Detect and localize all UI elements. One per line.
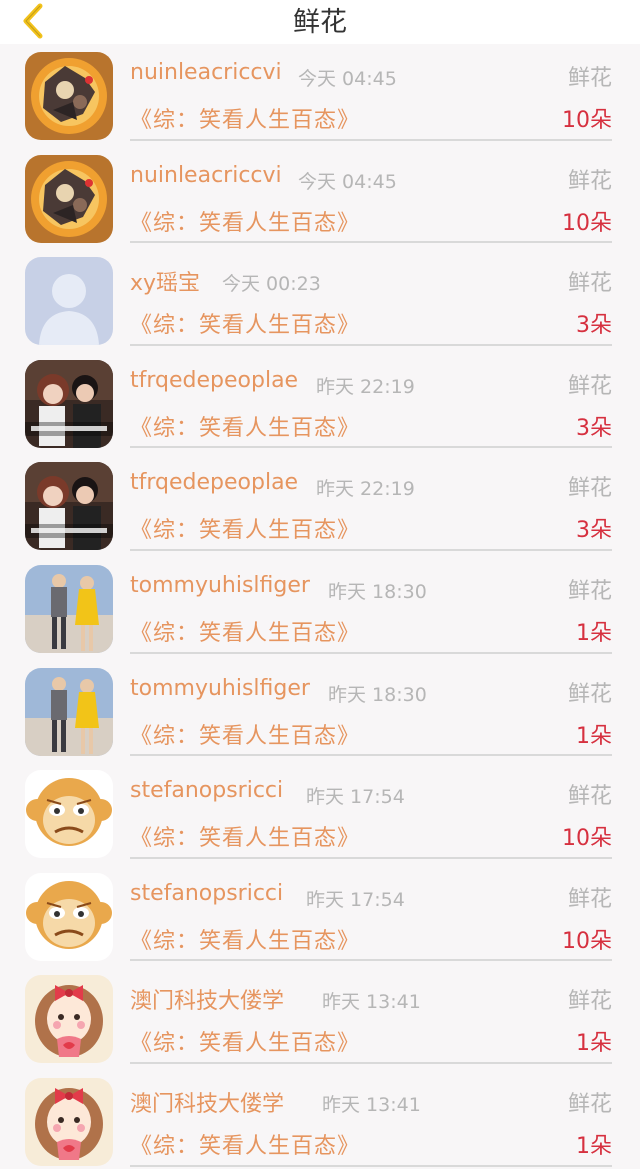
gift-type-label: 鲜花 (567, 1091, 612, 1117)
book-title-link[interactable]: 《综：笑看人生百态》 (130, 718, 360, 750)
user-avatar[interactable] (25, 154, 113, 243)
gift-time: 昨天 18:30 (328, 580, 427, 603)
gift-type-label: 鲜花 (567, 271, 612, 297)
gift-count: 1朵 (576, 1031, 612, 1057)
book-title-link[interactable]: 《综：笑看人生百态》 (130, 923, 360, 955)
gift-row[interactable]: tfrqedepeoplae 昨天 22:19 鲜花《综：笑看人生百态》 3朵 (0, 352, 640, 455)
book-title-link[interactable]: 《综：笑看人生百态》 (130, 307, 360, 339)
user-name[interactable]: 澳门科技大偻学 (130, 983, 284, 1015)
book-title-link[interactable]: 《综：笑看人生百态》 (130, 615, 360, 647)
gift-row[interactable]: 澳门科技大偻学 昨天 13:41 鲜花《综：笑看人生百态》 1朵 (0, 1070, 640, 1169)
user-name[interactable]: tommyuhislfiger (130, 573, 310, 598)
row-divider (130, 138, 612, 141)
gift-time: 昨天 18:30 (328, 683, 427, 706)
gift-time: 昨天 13:41 (322, 991, 421, 1014)
user-avatar[interactable] (25, 359, 113, 448)
book-title-link[interactable]: 《综：笑看人生百态》 (130, 205, 360, 237)
gift-type-label: 鲜花 (567, 476, 612, 502)
gift-count: 3朵 (576, 518, 612, 544)
book-title-link[interactable]: 《综：笑看人生百态》 (130, 1025, 360, 1057)
user-name[interactable]: 澳门科技大偻学 (130, 1086, 284, 1118)
row-divider (130, 1061, 612, 1064)
user-avatar[interactable] (25, 667, 113, 756)
gift-list: nuinleacriccvi 今天 04:45 鲜花 《综：笑看人生百态》 10朵 nui… (0, 44, 640, 1169)
user-avatar[interactable] (25, 462, 113, 551)
gift-row[interactable]: xy瑶宝 今天 00:23 鲜花《综：笑看人生百态》 3朵 (0, 249, 640, 352)
book-title-link[interactable]: 《综：笑看人生百态》 (130, 102, 360, 134)
user-avatar[interactable] (25, 770, 113, 859)
gift-time: 昨天 13:41 (322, 1093, 421, 1116)
user-name[interactable]: nuinleacriccvi (130, 60, 282, 85)
row-divider (130, 754, 612, 757)
gift-count: 1朵 (576, 723, 612, 749)
user-name[interactable]: stefanopsricci (130, 778, 283, 803)
user-name[interactable]: tfrqedepeoplae (130, 470, 298, 495)
user-avatar[interactable] (25, 1077, 113, 1166)
gift-type-label: 鲜花 (567, 66, 612, 91)
user-avatar[interactable] (25, 52, 113, 140)
row-divider (130, 856, 612, 859)
user-name[interactable]: tfrqedepeoplae (130, 368, 298, 393)
gift-type-label: 鲜花 (567, 784, 612, 810)
gift-type-label: 鲜花 (567, 168, 612, 194)
gift-type-label: 鲜花 (567, 989, 612, 1015)
app-screen: 鲜花 nuinleacriccvi 今天 04:45 鲜花 《综：笑看人生百态》 10朵… (0, 0, 640, 1169)
gift-count: 1朵 (576, 620, 612, 646)
gift-row[interactable]: nuinleacriccvi 今天 04:45 鲜花《综：笑看人生百态》 10朵 (0, 147, 640, 250)
row-divider (130, 446, 612, 449)
gift-time: 昨天 22:19 (316, 478, 415, 501)
gift-time: 昨天 17:54 (306, 786, 405, 809)
gift-count: 10朵 (562, 928, 612, 954)
gift-row[interactable]: stefanopsricci 昨天 17:54 鲜花《综：笑看人生百态》 10朵 (0, 865, 640, 968)
top-bar: 鲜花 (0, 0, 640, 44)
row-divider (130, 959, 612, 962)
gift-row[interactable]: 澳门科技大偻学 昨天 13:41 鲜花《综：笑看人生百态》 1朵 (0, 967, 640, 1070)
user-avatar[interactable] (25, 564, 113, 653)
gift-row[interactable]: stefanopsricci 昨天 17:54 鲜花《综：笑看人生百态》 10朵 (0, 762, 640, 865)
gift-count: 10朵 (562, 210, 612, 236)
gift-time: 昨天 17:54 (306, 888, 405, 911)
book-title-link[interactable]: 《综：笑看人生百态》 (130, 410, 360, 442)
row-divider (130, 1164, 612, 1167)
gift-time: 今天 04:45 (298, 68, 397, 90)
row-divider (130, 651, 612, 654)
gift-row[interactable]: tommyuhislfiger 昨天 18:30 鲜花《综：笑看人生百态》 1朵 (0, 660, 640, 763)
book-title-link[interactable]: 《综：笑看人生百态》 (130, 512, 360, 544)
user-name[interactable]: tommyuhislfiger (130, 676, 310, 701)
gift-count: 1朵 (576, 1133, 612, 1159)
gift-time: 今天 04:45 (298, 170, 397, 193)
gift-count: 10朵 (562, 826, 612, 852)
gift-type-label: 鲜花 (567, 373, 612, 399)
page-title: 鲜花 (293, 7, 347, 38)
gift-row[interactable]: tommyuhislfiger 昨天 18:30 鲜花《综：笑看人生百态》 1朵 (0, 557, 640, 660)
row-divider (130, 241, 612, 244)
row-divider (130, 343, 612, 346)
gift-row[interactable]: nuinleacriccvi 今天 04:45 鲜花《综：笑看人生百态》 10朵 (0, 44, 640, 147)
gift-count: 3朵 (576, 313, 612, 339)
user-name[interactable]: xy瑶宝 (130, 265, 200, 297)
gift-type-label: 鲜花 (567, 578, 612, 604)
gift-count: 3朵 (576, 415, 612, 441)
user-avatar[interactable] (25, 872, 113, 961)
row-divider (130, 548, 612, 551)
gift-type-label: 鲜花 (567, 886, 612, 912)
user-avatar[interactable] (25, 257, 113, 346)
gift-count: 10朵 (562, 108, 612, 133)
user-name[interactable]: nuinleacriccvi (130, 163, 282, 188)
gift-row[interactable]: tfrqedepeoplae 昨天 22:19 鲜花《综：笑看人生百态》 3朵 (0, 454, 640, 557)
book-title-link[interactable]: 《综：笑看人生百态》 (130, 820, 360, 852)
user-avatar[interactable] (25, 975, 113, 1064)
book-title-link[interactable]: 《综：笑看人生百态》 (130, 1128, 360, 1160)
gift-time: 今天 00:23 (222, 273, 321, 296)
gift-type-label: 鲜花 (567, 681, 612, 707)
gift-time: 昨天 22:19 (316, 375, 415, 398)
user-name[interactable]: stefanopsricci (130, 881, 283, 906)
